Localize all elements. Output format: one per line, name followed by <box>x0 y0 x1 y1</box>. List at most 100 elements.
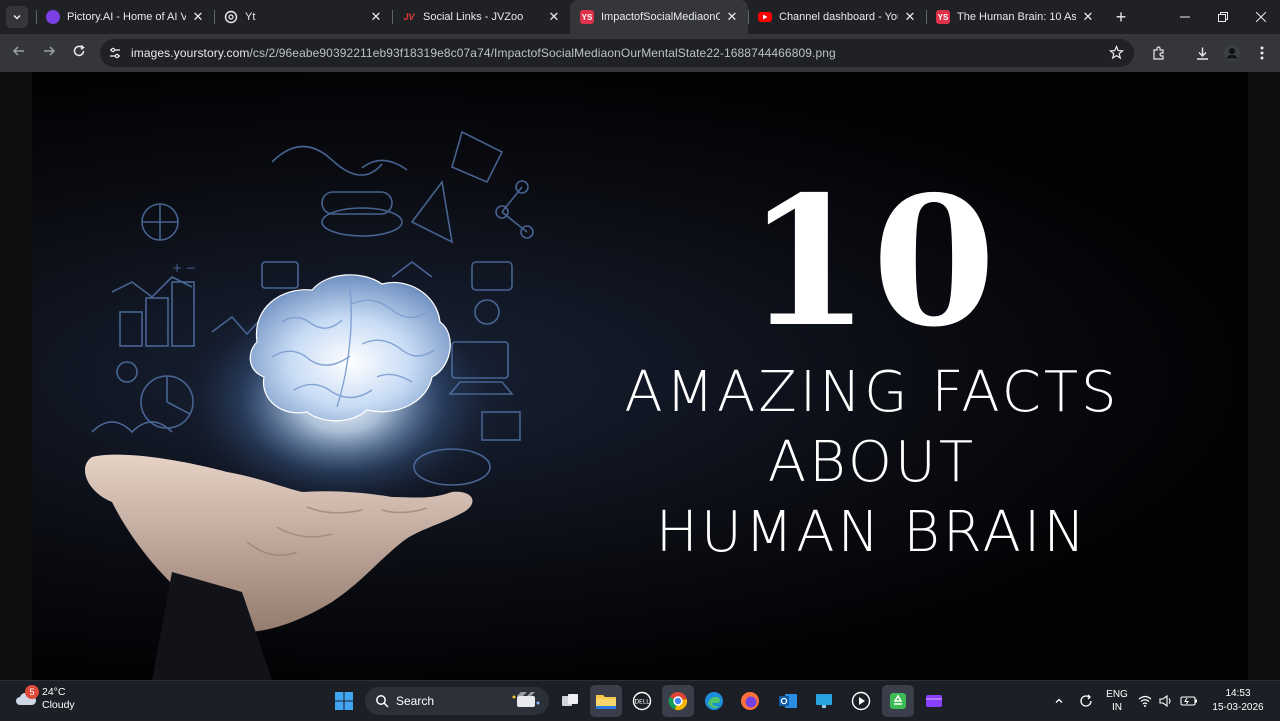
tab-title: The Human Brain: 10 Astor <box>957 11 1076 23</box>
time-label: 14:53 <box>1225 688 1251 699</box>
language-indicator[interactable]: ENG IN <box>1102 681 1132 721</box>
tab-human-brain[interactable]: YS The Human Brain: 10 Astor ✕ <box>926 0 1104 34</box>
remote-desktop-button[interactable] <box>808 685 840 717</box>
edge-button[interactable] <box>698 685 730 717</box>
restore-icon <box>1218 12 1228 22</box>
dell-icon: DELL <box>632 691 652 711</box>
tab-title: Channel dashboard - YouTu <box>779 11 898 23</box>
close-icon[interactable]: ✕ <box>190 9 206 25</box>
media-player-button[interactable] <box>845 685 877 717</box>
temperature-label: 24°C <box>42 686 66 698</box>
back-arrow-icon <box>12 46 24 56</box>
clipchamp-button[interactable] <box>918 685 950 717</box>
taskbar-search[interactable]: Search <box>365 687 549 715</box>
cloud-icon: 5 <box>14 685 39 711</box>
tab-yt[interactable]: Yt ✕ <box>214 0 392 34</box>
headline-line-2: ABOUT <box>767 430 977 495</box>
show-hidden-icons-button[interactable] <box>1050 681 1068 721</box>
headline-line-1: AMAZING FACTS <box>624 360 1120 425</box>
tab-title: Yt <box>245 11 256 23</box>
headline-line-3: HUMAN BRAIN <box>655 500 1089 565</box>
svg-text:DELL: DELL <box>634 699 650 706</box>
dell-app-button[interactable]: DELL <box>626 685 658 717</box>
language-code: ENG <box>1106 689 1128 700</box>
new-tab-button[interactable]: + <box>1110 7 1132 28</box>
close-icon[interactable]: ✕ <box>1080 9 1096 25</box>
monitor-icon <box>816 694 832 708</box>
chevron-down-icon <box>13 14 21 20</box>
edge-icon <box>705 692 723 710</box>
outlook-icon <box>779 694 797 708</box>
task-view-icon <box>562 694 578 706</box>
chrome-button[interactable] <box>662 685 694 717</box>
sync-status-button[interactable] <box>1074 681 1098 721</box>
tab-search-button[interactable] <box>6 6 28 28</box>
close-window-button[interactable] <box>1242 0 1280 34</box>
svg-text:+ −: + − <box>172 261 196 275</box>
date-label: 15-03-2026 <box>1212 702 1264 713</box>
profile-button[interactable] <box>1217 34 1247 72</box>
task-view-button[interactable] <box>554 685 586 717</box>
tab-title: ImpactofSocialMediaonOu <box>601 11 720 23</box>
battery-icon <box>1180 696 1197 706</box>
yourstory-icon: YS <box>580 10 594 24</box>
reload-icon <box>73 44 85 57</box>
downloads-button[interactable] <box>1187 34 1217 72</box>
file-explorer-button[interactable] <box>590 685 622 717</box>
restore-button[interactable] <box>1204 0 1242 34</box>
tab-title: Social Links - JVZoo <box>423 11 524 23</box>
pictory-icon <box>46 10 60 24</box>
clock[interactable]: 14:53 15-03-2026 <box>1204 681 1272 721</box>
chevron-up-icon <box>1055 698 1063 703</box>
back-button[interactable] <box>4 44 34 62</box>
search-label: Search <box>396 694 435 708</box>
headline-number: 10 <box>746 157 998 366</box>
tab-strip: Pictory.AI - Home of AI Vic ✕ Yt ✕ JV So… <box>0 0 1280 34</box>
windows-icon <box>335 692 353 710</box>
close-icon[interactable]: ✕ <box>902 9 918 25</box>
reload-button[interactable] <box>64 44 94 62</box>
browser-menu-button[interactable] <box>1247 34 1277 72</box>
weather-condition-label: Cloudy <box>42 699 75 711</box>
region-code: IN <box>1112 702 1122 713</box>
youtube-icon <box>758 12 772 22</box>
displayed-image[interactable]: + − 10 AMAZING FACTS ABOUT HUMAN BRAIN <box>32 72 1248 680</box>
firefox-button[interactable] <box>734 685 766 717</box>
search-icon <box>376 695 389 708</box>
minimize-icon <box>1180 16 1190 18</box>
weather-widget[interactable]: 5 24°C Cloudy <box>14 685 75 712</box>
browser-toolbar: images.yourstory.com/cs/2/96eabe90392211… <box>0 34 1280 72</box>
clipchamp-icon <box>926 695 942 707</box>
recycle-app-button[interactable] <box>882 685 914 717</box>
close-icon <box>1256 12 1266 22</box>
tab-pictory[interactable]: Pictory.AI - Home of AI Vic ✕ <box>36 0 214 34</box>
sync-icon <box>1080 694 1092 707</box>
taskbar: 5 24°C Cloudy Search DELL ENG IN 14:53 1… <box>0 680 1280 720</box>
openai-icon <box>224 10 238 24</box>
tab-jvzoo[interactable]: JV Social Links - JVZoo ✕ <box>392 0 570 34</box>
tab-yourstory-active[interactable]: YS ImpactofSocialMediaonOu ✕ <box>570 0 748 34</box>
outlook-button[interactable] <box>772 685 804 717</box>
page-viewport: + − 10 AMAZING FACTS ABOUT HUMAN BRAIN <box>0 72 1280 680</box>
close-icon[interactable]: ✕ <box>368 9 384 25</box>
weather-badge: 5 <box>25 685 39 699</box>
bookmark-star-icon[interactable] <box>1108 44 1125 65</box>
close-icon[interactable]: ✕ <box>546 9 562 25</box>
url-path: /cs/2/96eabe90392211eb93f18319e8c07a74/I… <box>249 46 836 60</box>
play-icon <box>851 691 871 711</box>
site-info-icon[interactable] <box>108 46 122 65</box>
avatar <box>1224 45 1240 61</box>
tab-youtube[interactable]: Channel dashboard - YouTu ✕ <box>748 0 926 34</box>
address-bar[interactable]: images.yourstory.com/cs/2/96eabe90392211… <box>100 39 1134 67</box>
close-icon[interactable]: ✕ <box>724 9 740 25</box>
more-vertical-icon <box>1260 46 1264 60</box>
url-text[interactable]: images.yourstory.com/cs/2/96eabe90392211… <box>131 46 836 60</box>
folder-icon <box>596 695 616 709</box>
quick-settings-button[interactable] <box>1138 681 1198 721</box>
url-host: images.yourstory.com <box>131 46 250 60</box>
extensions-button[interactable] <box>1143 34 1173 72</box>
start-button[interactable] <box>328 685 360 717</box>
clapperboard-icon <box>511 691 541 711</box>
minimize-button[interactable] <box>1166 0 1204 34</box>
forward-button[interactable] <box>34 44 64 62</box>
